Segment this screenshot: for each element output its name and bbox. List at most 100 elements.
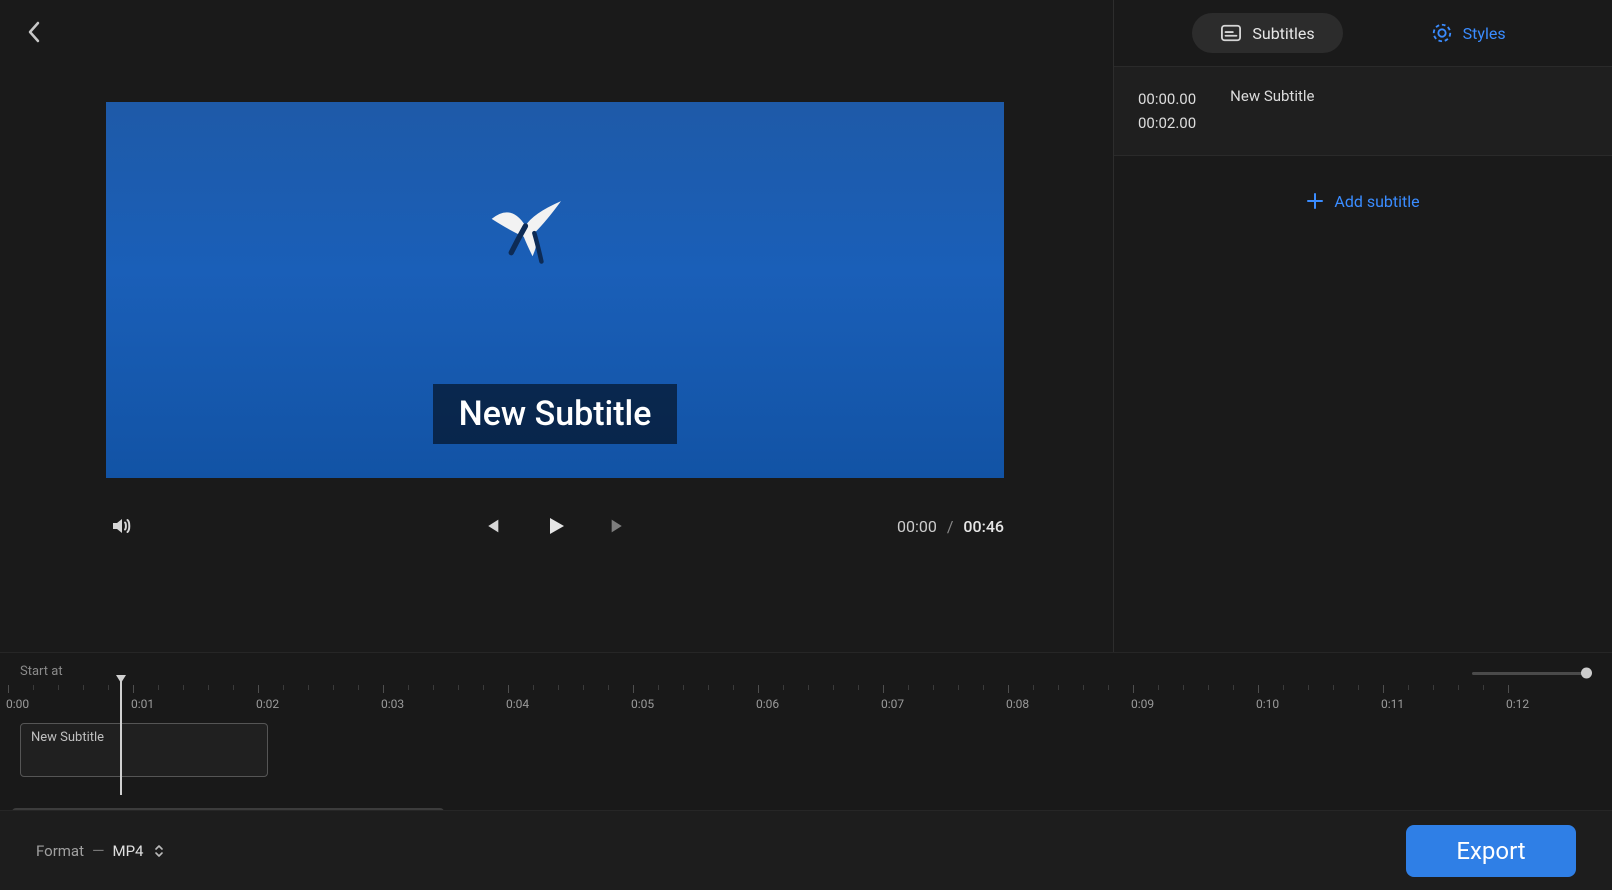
tick-label: 0:10: [1256, 697, 1279, 711]
subtitle-clip-label: New Subtitle: [31, 730, 104, 745]
subtitle-overlay[interactable]: New Subtitle: [433, 384, 678, 444]
tick-minor: [33, 685, 34, 690]
duration: 00:46: [963, 517, 1004, 536]
subtitle-end-time: 00:02.00: [1138, 111, 1196, 135]
subtitle-clip[interactable]: New Subtitle: [20, 723, 268, 777]
timeline-ruler[interactable]: 0:000:010:020:030:040:050:060:070:080:09…: [0, 685, 1612, 713]
video-preview[interactable]: New Subtitle: [106, 102, 1004, 478]
tab-styles[interactable]: Styles: [1403, 12, 1534, 54]
tick-minor: [333, 685, 334, 690]
tick-label: 0:12: [1506, 697, 1529, 711]
next-button[interactable]: [605, 512, 633, 540]
format-value: MP4: [113, 842, 144, 860]
subtitle-times: 00:00.00 00:02.00: [1138, 87, 1196, 135]
previous-button[interactable]: [477, 512, 505, 540]
tick-minor: [1408, 685, 1409, 690]
tick-minor: [308, 685, 309, 690]
zoom-slider[interactable]: [1472, 667, 1590, 679]
tick-minor: [108, 685, 109, 690]
playhead[interactable]: [120, 681, 122, 795]
export-button[interactable]: Export: [1406, 825, 1576, 877]
tick-major: [1133, 685, 1134, 693]
tick-minor: [558, 685, 559, 690]
tick-label: 0:00: [6, 697, 29, 711]
tick-major: [633, 685, 634, 693]
tick-minor: [1033, 685, 1034, 690]
tab-subtitles[interactable]: Subtitles: [1192, 13, 1342, 53]
subtitle-list-item[interactable]: 00:00.00 00:02.00 New Subtitle: [1114, 66, 1612, 156]
volume-button[interactable]: [106, 510, 138, 542]
tick-label: 0:01: [131, 697, 154, 711]
tick-minor: [283, 685, 284, 690]
tick-minor: [358, 685, 359, 690]
tick-minor: [658, 685, 659, 690]
play-button[interactable]: [541, 512, 569, 540]
tick-minor: [1083, 685, 1084, 690]
tick-minor: [783, 685, 784, 690]
tick-minor: [1183, 685, 1184, 690]
tick-major: [508, 685, 509, 693]
tick-minor: [1058, 685, 1059, 690]
tick-minor: [533, 685, 534, 690]
tick-minor: [83, 685, 84, 690]
preview-pane: New Subtitle: [0, 0, 1113, 652]
tick-minor: [858, 685, 859, 690]
tick-minor: [1283, 685, 1284, 690]
subtitle-panel: Subtitles Styles 00:00.00 00:02.00 New S…: [1113, 0, 1612, 652]
add-subtitle-label: Add subtitle: [1334, 192, 1419, 211]
tick-minor: [1433, 685, 1434, 690]
timeline-scrollbar[interactable]: [12, 800, 1600, 808]
tick-minor: [733, 685, 734, 690]
start-at-label: Start at: [20, 664, 63, 679]
tick-minor: [433, 685, 434, 690]
tick-minor: [608, 685, 609, 690]
tick-minor: [458, 685, 459, 690]
time-display: 00:00 / 00:46: [897, 517, 1004, 536]
timeline-scroll-track: [12, 800, 1600, 808]
zoom-thumb[interactable]: [1581, 668, 1592, 679]
tick-label: 0:09: [1131, 697, 1154, 711]
tick-major: [758, 685, 759, 693]
tick-minor: [233, 685, 234, 690]
bottom-bar: Format — MP4 Export: [0, 810, 1612, 890]
tick-major: [383, 685, 384, 693]
tick-major: [1508, 685, 1509, 693]
player-controls: 00:00 / 00:46: [106, 500, 1004, 552]
format-dash: —: [92, 841, 105, 860]
zoom-track: [1472, 672, 1590, 675]
time-separator: /: [947, 517, 954, 536]
timeline-tracks: New Subtitle: [0, 715, 1612, 783]
subtitle-text: New Subtitle: [1230, 87, 1314, 105]
tick-label: 0:11: [1381, 697, 1404, 711]
skip-next-icon: [608, 515, 630, 537]
tick-minor: [583, 685, 584, 690]
tick-major: [8, 685, 9, 693]
volume-icon: [110, 514, 134, 538]
panel-tabs: Subtitles Styles: [1114, 0, 1612, 66]
plus-icon: [1306, 192, 1324, 210]
tick-major: [883, 685, 884, 693]
tick-label: 0:04: [506, 697, 529, 711]
tick-major: [1008, 685, 1009, 693]
tick-minor: [408, 685, 409, 690]
tick-minor: [158, 685, 159, 690]
add-subtitle-button[interactable]: Add subtitle: [1114, 156, 1612, 246]
tab-subtitles-label: Subtitles: [1252, 24, 1314, 43]
tick-minor: [958, 685, 959, 690]
format-select[interactable]: MP4: [113, 842, 164, 860]
tick-label: 0:06: [756, 697, 779, 711]
tick-minor: [708, 685, 709, 690]
subtitles-icon: [1220, 23, 1242, 43]
tick-minor: [1483, 685, 1484, 690]
timeline: Start at 0:000:010:020:030:040:050:060:0…: [0, 652, 1612, 810]
tick-minor: [1108, 685, 1109, 690]
tick-label: 0:05: [631, 697, 654, 711]
tick-label: 0:08: [1006, 697, 1029, 711]
tick-minor: [1158, 685, 1159, 690]
tick-minor: [908, 685, 909, 690]
video-frame-bird: [484, 194, 574, 274]
tick-label: 0:07: [881, 697, 904, 711]
tick-major: [1383, 685, 1384, 693]
play-icon: [543, 514, 567, 538]
tick-minor: [683, 685, 684, 690]
